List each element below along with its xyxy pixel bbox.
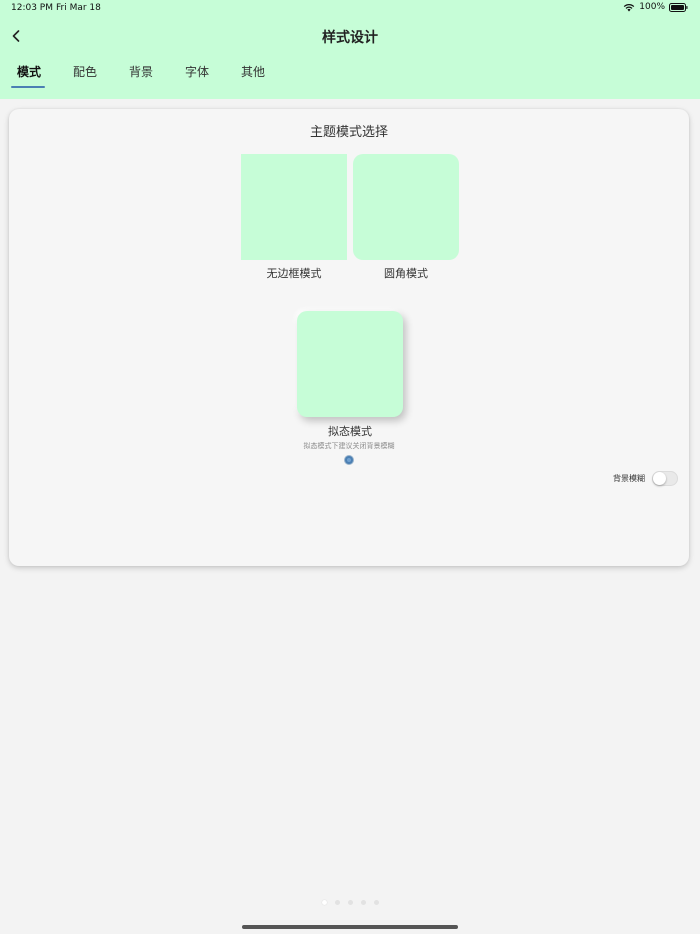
page-dot	[348, 900, 353, 905]
tab-label: 背景	[129, 65, 154, 79]
page-dot	[335, 900, 340, 905]
theme-mode-card: 主题模式选择 无边框模式 圆角模式 拟态模式 拟态模式下建议关闭背景模糊 背景模…	[9, 109, 689, 566]
borderless-mode-tile[interactable]	[241, 154, 347, 260]
rounded-mode-tile[interactable]	[353, 154, 459, 260]
tab-bar: 模式 配色 背景 字体 其他	[11, 63, 291, 89]
tab-color[interactable]: 配色	[67, 63, 123, 89]
card-title: 主题模式选择	[309, 125, 388, 140]
tab-mode[interactable]: 模式	[11, 63, 67, 89]
tab-label: 其他	[241, 65, 266, 79]
page-title: 样式设计	[322, 30, 378, 46]
battery-percent: 100%	[639, 2, 665, 12]
header: 12:03 PM Fri Mar 18 100% 样式设计 模式 配色 背景 字…	[0, 0, 700, 99]
battery-icon	[669, 2, 688, 12]
rounded-mode-label: 圆角模式	[384, 267, 428, 280]
page-dot	[374, 900, 379, 905]
tab-label: 字体	[185, 65, 210, 79]
background-blur-toggle[interactable]	[652, 471, 678, 486]
home-indicator[interactable]	[242, 925, 458, 929]
tab-other[interactable]: 其他	[235, 63, 291, 89]
borderless-mode-label: 无边框模式	[266, 267, 322, 280]
tab-label: 模式	[17, 65, 42, 79]
tab-font[interactable]: 字体	[179, 63, 235, 89]
tab-background[interactable]: 背景	[123, 63, 179, 89]
status-time: 12:03 PM	[11, 3, 53, 13]
status-right: 100%	[623, 2, 688, 12]
wifi-icon	[623, 3, 635, 12]
neumorphic-mode-hint: 拟态模式下建议关闭背景模糊	[303, 442, 395, 450]
neumorphic-mode-tile[interactable]	[297, 311, 403, 417]
neumorphic-mode-label: 拟态模式	[328, 425, 372, 438]
background-blur-label: 背景模糊	[613, 474, 645, 483]
neumorphic-mode-radio[interactable]	[344, 455, 354, 465]
page-dot	[361, 900, 366, 905]
status-bar: 12:03 PM Fri Mar 18 100%	[0, 0, 700, 18]
page-dot	[322, 900, 327, 905]
page-indicator	[322, 900, 379, 905]
status-date: Fri Mar 18	[56, 3, 101, 13]
toggle-knob	[653, 472, 666, 485]
background-blur-row: 背景模糊	[613, 471, 678, 486]
tab-label: 配色	[73, 65, 98, 79]
